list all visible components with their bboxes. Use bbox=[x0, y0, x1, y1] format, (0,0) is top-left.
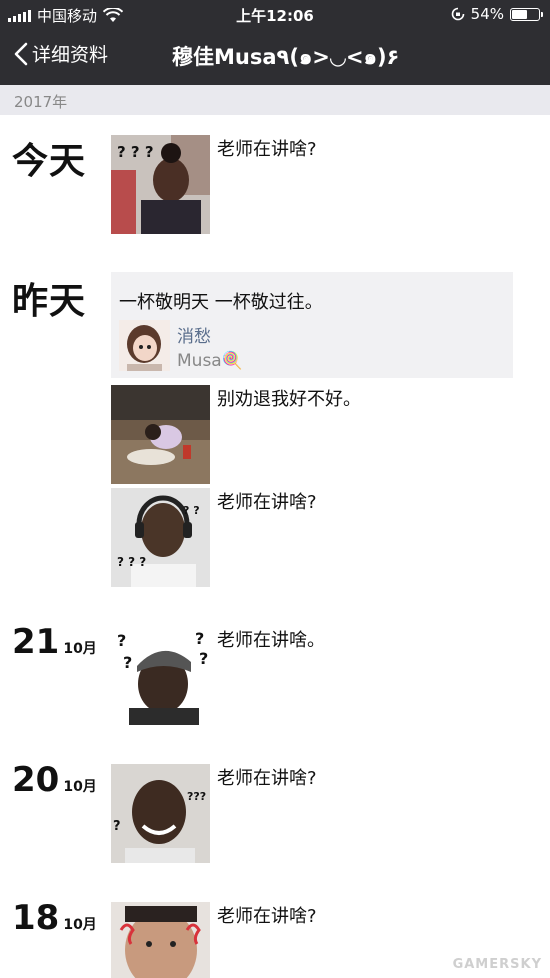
song-cover-image bbox=[119, 320, 170, 371]
post-caption[interactable]: 老师在讲啥? bbox=[217, 135, 317, 161]
svg-text:?: ? bbox=[117, 631, 126, 650]
post-image-yesterday-2[interactable] bbox=[111, 385, 210, 484]
battery-fill bbox=[512, 9, 528, 19]
nav-bar: 详细资料 穆佳Musa٩(๑>◡<๑)۶ bbox=[0, 28, 550, 85]
svg-text:?: ? bbox=[113, 819, 121, 834]
year-header: 2017年 bbox=[0, 85, 550, 115]
song-title: 消愁 bbox=[177, 327, 211, 347]
post-caption[interactable]: 老师在讲啥? bbox=[217, 764, 317, 790]
music-share-card[interactable]: 一杯敬明天 一杯敬过往。 消愁 Musa🍭 bbox=[111, 272, 513, 378]
confused-man-cap-image: ? ? ? ? bbox=[111, 626, 210, 725]
song-artist: Musa🍭 bbox=[177, 351, 243, 371]
headset-man-image: ? ? ? ? ? bbox=[111, 488, 210, 587]
month-label: 10月 bbox=[63, 641, 97, 657]
chevron-left-icon bbox=[14, 42, 28, 65]
month-label: 10月 bbox=[63, 917, 97, 933]
svg-text:???: ??? bbox=[187, 790, 206, 803]
day-number: 20 bbox=[12, 760, 60, 800]
date-20: 20 10月 bbox=[12, 760, 97, 800]
status-bar: 中国移动 上午12:06 54% bbox=[0, 0, 550, 28]
watermark: GAMERSKY bbox=[452, 957, 542, 972]
status-right: 54% bbox=[451, 5, 543, 23]
post-caption[interactable]: 老师在讲啥? bbox=[217, 902, 317, 928]
post-caption[interactable]: 老师在讲啥。 bbox=[217, 626, 325, 652]
battery-percent: 54% bbox=[470, 5, 504, 23]
post-image-18[interactable] bbox=[111, 902, 210, 978]
back-button[interactable]: 详细资料 bbox=[14, 40, 108, 67]
post-caption[interactable]: 别劝退我好不好。 bbox=[217, 385, 361, 411]
back-label: 详细资料 bbox=[32, 44, 109, 66]
day-number: 21 bbox=[12, 622, 60, 662]
svg-text:? ? ?: ? ? ? bbox=[117, 555, 146, 569]
confused-girl-image: ? ? ? bbox=[111, 135, 210, 234]
post-image-today[interactable]: ? ? ? bbox=[111, 135, 210, 234]
date-yesterday: 昨天 bbox=[12, 281, 87, 322]
post-image-yesterday-3[interactable]: ? ? ? ? ? bbox=[111, 488, 210, 587]
date-today: 今天 bbox=[12, 141, 87, 182]
month-label: 10月 bbox=[63, 779, 97, 795]
year-label: 2017年 bbox=[14, 93, 68, 111]
post-image-21[interactable]: ? ? ? ? bbox=[111, 626, 210, 725]
svg-text:? ? ?: ? ? ? bbox=[117, 143, 154, 161]
rotation-lock-icon bbox=[451, 7, 464, 21]
child-sleeping-image bbox=[111, 385, 210, 484]
svg-text:?: ? bbox=[195, 629, 204, 648]
svg-text:?: ? bbox=[123, 653, 132, 672]
post-image-20[interactable]: ??? ? bbox=[111, 764, 210, 863]
date-18: 18 10月 bbox=[12, 898, 97, 938]
smiling-man-image: ??? ? bbox=[111, 764, 210, 863]
post-caption[interactable]: 老师在讲啥? bbox=[217, 488, 317, 514]
svg-text:? ?: ? ? bbox=[183, 504, 200, 517]
man-closeup-image bbox=[111, 902, 210, 978]
svg-text:?: ? bbox=[199, 649, 208, 668]
battery-icon bbox=[510, 7, 543, 21]
page-title: 穆佳Musa٩(๑>◡<๑)۶ bbox=[172, 45, 400, 69]
day-number: 18 bbox=[12, 898, 60, 938]
date-21: 21 10月 bbox=[12, 622, 97, 662]
share-text: 一杯敬明天 一杯敬过往。 bbox=[119, 292, 323, 313]
